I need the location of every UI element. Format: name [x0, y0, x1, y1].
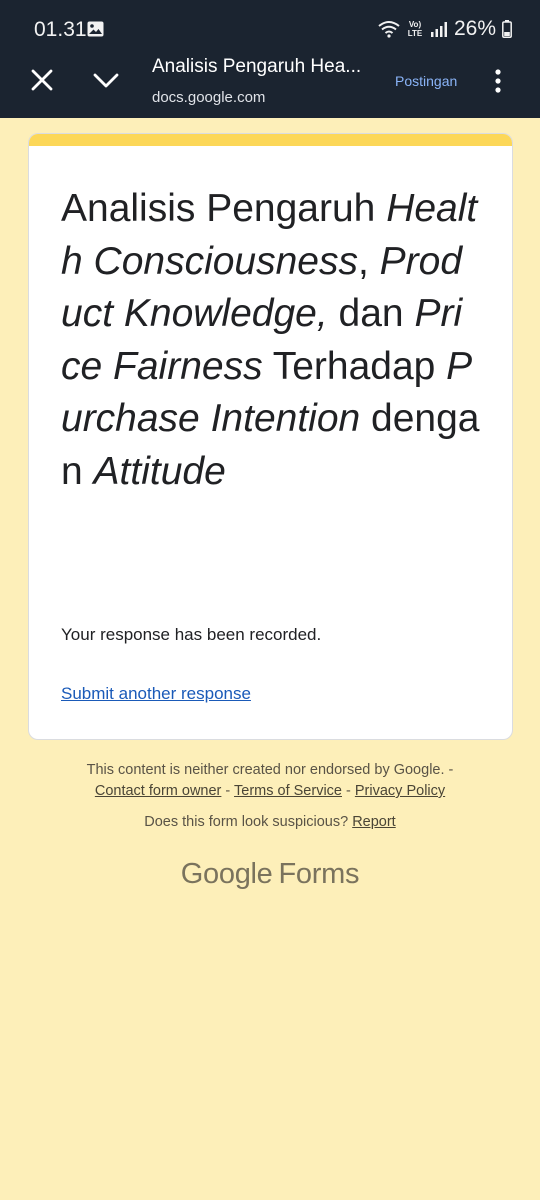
- title-part: Attitude: [93, 449, 226, 493]
- browser-top-bar: 01.31 Vo) LTE 26% Analisis Pengaruh Hea.…: [0, 0, 540, 118]
- status-time: 01.31: [34, 18, 87, 41]
- google-forms-logo[interactable]: Google Forms: [0, 858, 540, 891]
- footer-links: Contact form owner - Terms of Service - …: [0, 781, 540, 802]
- volte-indicator: Vo) LTE: [407, 20, 423, 38]
- status-bar: 01.31 Vo) LTE 26%: [0, 0, 540, 58]
- card-accent-bar: [29, 134, 512, 146]
- title-part: Analisis Pengaruh: [61, 187, 387, 230]
- battery-icon: [502, 20, 512, 38]
- suspicious-text: Does this form look suspicious?: [144, 814, 353, 830]
- confirmation-message: Your response has been recorded.: [61, 625, 322, 644]
- chevron-down-icon[interactable]: [91, 66, 121, 94]
- battery-percent: 26%: [453, 17, 496, 40]
- title-part: dan: [327, 292, 415, 335]
- close-icon[interactable]: [28, 66, 56, 94]
- contact-form-owner-link[interactable]: Contact form owner: [95, 783, 222, 799]
- report-link[interactable]: Report: [352, 814, 396, 830]
- suspicious-form-notice: Does this form look suspicious? Report: [0, 814, 540, 830]
- form-title: Analisis Pengaruh Health Consciousness, …: [61, 183, 481, 498]
- footer-separator: -: [342, 783, 355, 799]
- postingan-button[interactable]: Postingan: [395, 73, 457, 89]
- footer-disclaimer: This content is neither created nor endo…: [0, 760, 540, 802]
- status-icons: Vo) LTE 26%: [378, 17, 512, 41]
- forms-wordmark: Forms: [278, 858, 360, 890]
- title-part: Terhadap: [262, 344, 447, 388]
- form-confirmation-card: Analisis Pengaruh Health Consciousness, …: [28, 133, 513, 740]
- title-part: ,: [358, 239, 380, 283]
- page-url: docs.google.com: [152, 89, 266, 106]
- wifi-icon: [378, 21, 400, 38]
- privacy-policy-link[interactable]: Privacy Policy: [355, 783, 445, 799]
- footer-separator: -: [221, 783, 235, 799]
- signal-icon: [430, 22, 447, 37]
- terms-of-service-link[interactable]: Terms of Service: [234, 783, 342, 799]
- submit-another-response-link[interactable]: Submit another response: [61, 684, 251, 704]
- disclaimer-text: This content is neither created nor endo…: [86, 762, 454, 778]
- google-wordmark: Google: [180, 858, 273, 890]
- page-title: Analisis Pengaruh Hea...: [152, 56, 362, 77]
- more-options-icon[interactable]: [488, 68, 508, 94]
- gallery-notification-icon: [87, 21, 104, 37]
